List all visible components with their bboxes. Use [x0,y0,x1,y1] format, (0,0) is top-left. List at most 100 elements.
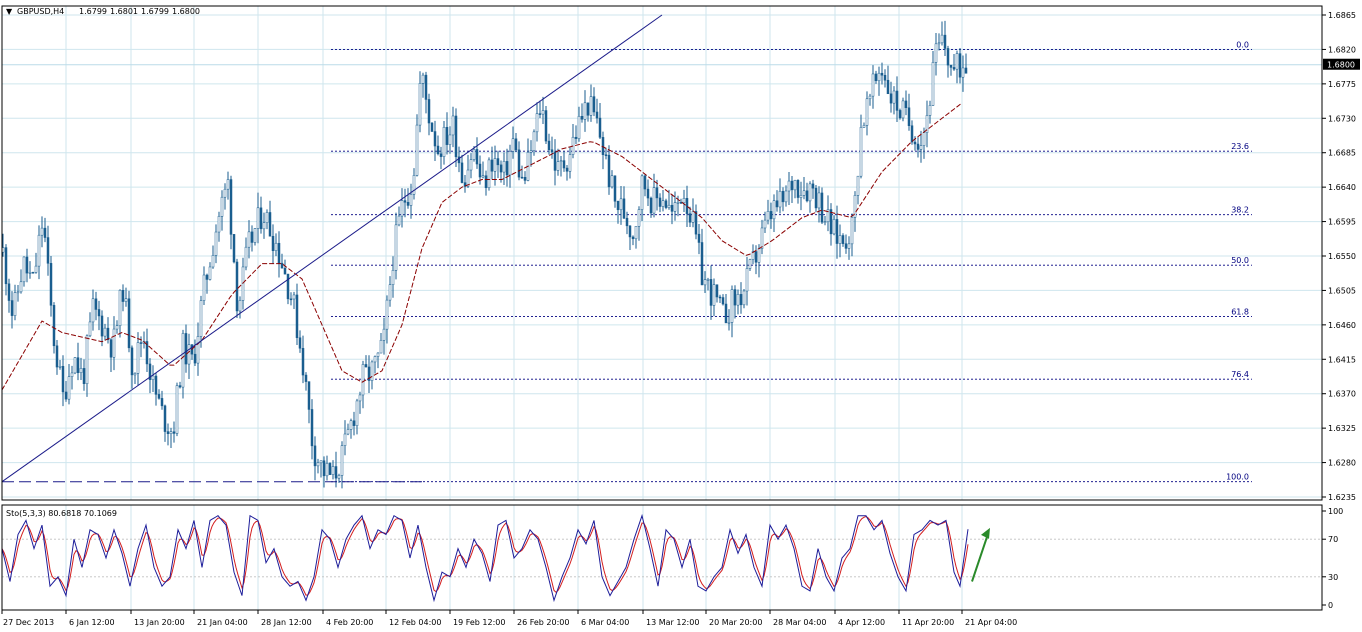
candle-body [574,136,578,139]
candle-body [652,187,656,214]
candle-body [37,234,41,267]
y-tick-label: 1.6775 [1328,80,1356,89]
candle-body [310,409,314,447]
candle-body [415,124,419,176]
candle-body [835,219,839,244]
candle-body [817,192,821,209]
candle-body [865,98,869,126]
candle-body [739,294,743,306]
fib-level-label: 50.0 [1231,256,1249,265]
candle-body [796,179,800,198]
candle-body [313,445,317,467]
candle-body [268,212,272,237]
candle-body [52,305,56,347]
candle-body [754,251,758,263]
candle-body [97,309,101,317]
candle-body [76,357,80,374]
candle-body [712,284,716,306]
candle-body [568,154,572,172]
y-tick-label: 1.6640 [1328,183,1356,192]
candle-body [94,298,98,310]
candle-body [487,159,491,188]
candle-body [790,180,794,191]
candle-body [157,394,161,399]
candle-body [205,274,209,280]
x-tick-label: 4 Feb 20:00 [326,618,373,627]
candle-body [439,153,443,157]
candle-body [802,190,806,196]
candle-body [685,198,689,214]
candle-body [64,391,68,400]
chart-header-arrow: ▼ [6,7,13,16]
candle-body [55,345,59,368]
candle-body [154,375,158,395]
candle-body [316,462,320,467]
candle-body [736,294,740,306]
candle-body [139,342,143,344]
candle-body [199,300,203,337]
candle-body [901,100,905,119]
candle-body [964,67,968,74]
candle-body [772,200,776,220]
candle-body [34,265,38,273]
candle-body [73,357,77,374]
candle-body [961,67,965,78]
candle-body [262,222,266,230]
candle-body [556,161,560,171]
fib-level-label: 100.0 [1226,473,1249,482]
candle-body [70,372,74,377]
candle-body [589,96,593,116]
candle-body [256,207,260,229]
candle-body [406,202,410,206]
candle-body [181,333,185,388]
candle-body [748,259,752,269]
candle-body [271,235,275,251]
candle-body [289,298,293,301]
x-tick-label: 13 Mar 12:00 [646,618,699,627]
candle-body [514,138,518,151]
candle-body [697,233,701,243]
candle-body [496,158,500,166]
candle-body [202,274,206,301]
candle-body [559,160,563,162]
candle-body [91,298,95,323]
fib-level-label: 0.0 [1236,40,1249,49]
candle-body [520,176,524,179]
candle-body [478,163,482,178]
fib-level-label: 61.8 [1231,307,1249,316]
candle-body [598,117,602,138]
chart-container: 0.0 23.6 38.2 50.0 61.8 76.4 100.0 1.6865 1.682… [0,0,1362,630]
candle-body [49,263,53,306]
candle-body [250,231,254,243]
candle-body [940,34,944,44]
y-tick-label: 1.6370 [1328,390,1356,399]
candle-body [607,154,611,188]
candle-body [337,475,341,479]
candle-body [883,74,887,81]
candle-body [784,190,788,203]
candle-body [397,215,401,226]
candle-body [775,200,779,208]
candle-body [277,242,281,264]
candle-body [805,190,809,202]
candle-body [880,72,884,76]
candle-body [622,198,626,219]
candle-body [118,289,122,327]
candle-body [418,83,422,126]
candle-body [562,160,566,169]
candle-body [388,284,392,301]
stochastic-y-tick-label: 0 [1328,601,1333,610]
candle-body [922,132,926,146]
candle-body [46,237,50,264]
candle-body [214,231,218,256]
candle-body [763,219,767,229]
candle-body [193,353,197,364]
chart-header-low: 1.6799 [141,7,169,16]
candle-body [703,279,707,286]
candle-body [220,196,224,217]
candle-body [88,321,92,337]
candle-body [664,200,668,208]
candle-body [592,96,596,113]
candle-body [382,328,386,341]
chart-header-high: 1.6801 [110,7,138,16]
